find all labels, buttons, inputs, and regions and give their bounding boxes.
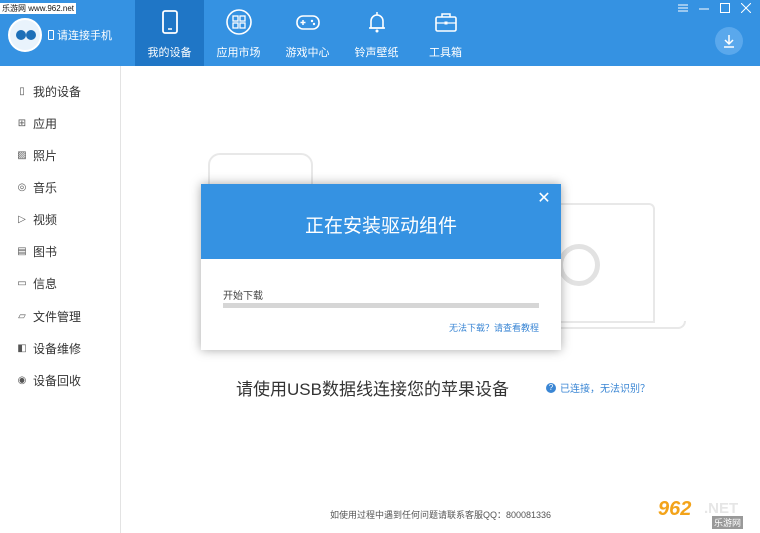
download-icon: [724, 35, 734, 48]
close-icon[interactable]: [740, 2, 752, 14]
connect-phone-link[interactable]: 请连接手机: [48, 27, 112, 43]
sidebar-item-label: 视频: [33, 213, 58, 227]
site-watermark-logo: 962 .NET 乐游网: [658, 498, 755, 529]
sidebar-item-label: 应用: [33, 117, 58, 131]
download-button[interactable]: [715, 27, 743, 55]
logo-illustration: [558, 244, 600, 286]
sidebar-item-device-repair[interactable]: ◧ 设备维修: [17, 340, 81, 357]
nav-label: 游戏中心: [285, 47, 330, 59]
dialog-title: 正在安装驱动组件: [304, 216, 457, 237]
message-icon: ▭: [17, 278, 27, 289]
download-help-link[interactable]: 无法下载？请查看教程: [449, 321, 539, 334]
nav-label: 工具箱: [429, 47, 462, 59]
connected-help-label: 已连接，无法识别？: [560, 384, 650, 395]
music-icon: ◎: [17, 182, 27, 193]
folder-icon: ▱: [18, 311, 26, 322]
sidebar: ▯ 我的设备 ⊞ 应用 ▨ 照片 ◎ 音乐 ▷ 视频 ▤ 图书 ▭ 信息 ▱ 文: [0, 66, 121, 533]
sidebar-item-label: 信息: [33, 277, 58, 291]
sidebar-item-my-device[interactable]: ▯ 我的设备: [17, 83, 81, 100]
recycle-icon: ◉: [17, 375, 27, 386]
sidebar-item-label: 照片: [33, 149, 58, 163]
sidebar-item-file-manager[interactable]: ▱ 文件管理: [17, 308, 81, 325]
sidebar-item-photos[interactable]: ▨ 照片: [17, 147, 57, 164]
menu-icon[interactable]: [677, 2, 689, 14]
watermark-text: 乐游网 www.962.net: [0, 3, 77, 14]
app-window: 乐游网 www.962.net 请连接手机 我的设备 应用市场 游戏中心 铃声壁…: [0, 0, 760, 533]
nav-game-center[interactable]: 游戏中心: [273, 0, 342, 66]
gamepad-icon: [295, 15, 320, 30]
video-icon: ▷: [18, 214, 26, 225]
nav-toolbox[interactable]: 工具箱: [411, 0, 480, 66]
nav-app-market[interactable]: 应用市场: [204, 0, 273, 66]
sidebar-item-label: 设备回收: [33, 374, 82, 388]
sidebar-item-label: 我的设备: [33, 85, 82, 99]
install-driver-dialog: 正在安装驱动组件 ✕ 开始下载 无法下载？请查看教程: [201, 184, 561, 350]
top-header: 乐游网 www.962.net 请连接手机 我的设备 应用市场 游戏中心 铃声壁…: [0, 0, 760, 66]
sidebar-item-label: 音乐: [33, 181, 58, 195]
connect-phone-label: 请连接手机: [57, 30, 112, 42]
support-footer-note: 如使用过程中遇到任何问题请联系客服QQ：800081336: [330, 510, 552, 520]
window-controls: [677, 2, 752, 14]
repair-icon: ◧: [17, 343, 27, 354]
progress-bar: [223, 303, 539, 308]
progress-label: 开始下载: [223, 291, 263, 302]
nav-ringtone-wallpaper[interactable]: 铃声壁纸: [342, 0, 411, 66]
sidebar-item-books[interactable]: ▤ 图书: [17, 243, 57, 260]
photo-icon: ▨: [17, 150, 27, 161]
nav-label: 铃声壁纸: [354, 47, 399, 59]
brand-logo-text: 962: [658, 498, 692, 520]
sidebar-item-music[interactable]: ◎ 音乐: [17, 179, 57, 196]
sidebar-item-label: 设备维修: [33, 342, 82, 356]
brand-logo-sub: 乐游网: [712, 516, 744, 529]
nav-label: 我的设备: [147, 47, 192, 59]
sidebar-item-device-recycle[interactable]: ◉ 设备回收: [17, 372, 81, 389]
tablet-icon: [161, 10, 178, 34]
dialog-close-icon[interactable]: ✕: [537, 191, 551, 207]
toolbox-icon: [434, 13, 457, 32]
dialog-header: 正在安装驱动组件 ✕: [201, 184, 561, 259]
apps-icon: ⊞: [17, 118, 27, 129]
connected-not-recognized-link[interactable]: ? 已连接，无法识别？: [546, 380, 650, 395]
book-icon: ▤: [17, 246, 27, 257]
bell-icon: [368, 12, 385, 33]
app-logo: [8, 18, 42, 52]
nav-label: 应用市场: [216, 47, 261, 59]
sidebar-item-label: 图书: [33, 245, 58, 259]
question-icon: ?: [546, 382, 556, 393]
nav-my-device[interactable]: 我的设备: [135, 0, 204, 66]
phone-icon: [48, 30, 54, 40]
sidebar-item-label: 文件管理: [33, 310, 82, 324]
device-icon: ▯: [19, 86, 25, 97]
minimize-icon[interactable]: [698, 2, 710, 14]
top-nav: 我的设备 应用市场 游戏中心 铃声壁纸 工具箱: [135, 0, 480, 66]
maximize-icon[interactable]: [719, 2, 731, 14]
brand-logo-suffix: .NET: [704, 500, 739, 517]
usb-connect-message: 请使用USB数据线连接您的苹果设备: [236, 380, 509, 399]
sidebar-item-video[interactable]: ▷ 视频: [17, 211, 57, 228]
sidebar-item-apps[interactable]: ⊞ 应用: [17, 115, 57, 132]
sidebar-item-messages[interactable]: ▭ 信息: [17, 275, 57, 292]
apps-grid-icon: [225, 9, 252, 35]
